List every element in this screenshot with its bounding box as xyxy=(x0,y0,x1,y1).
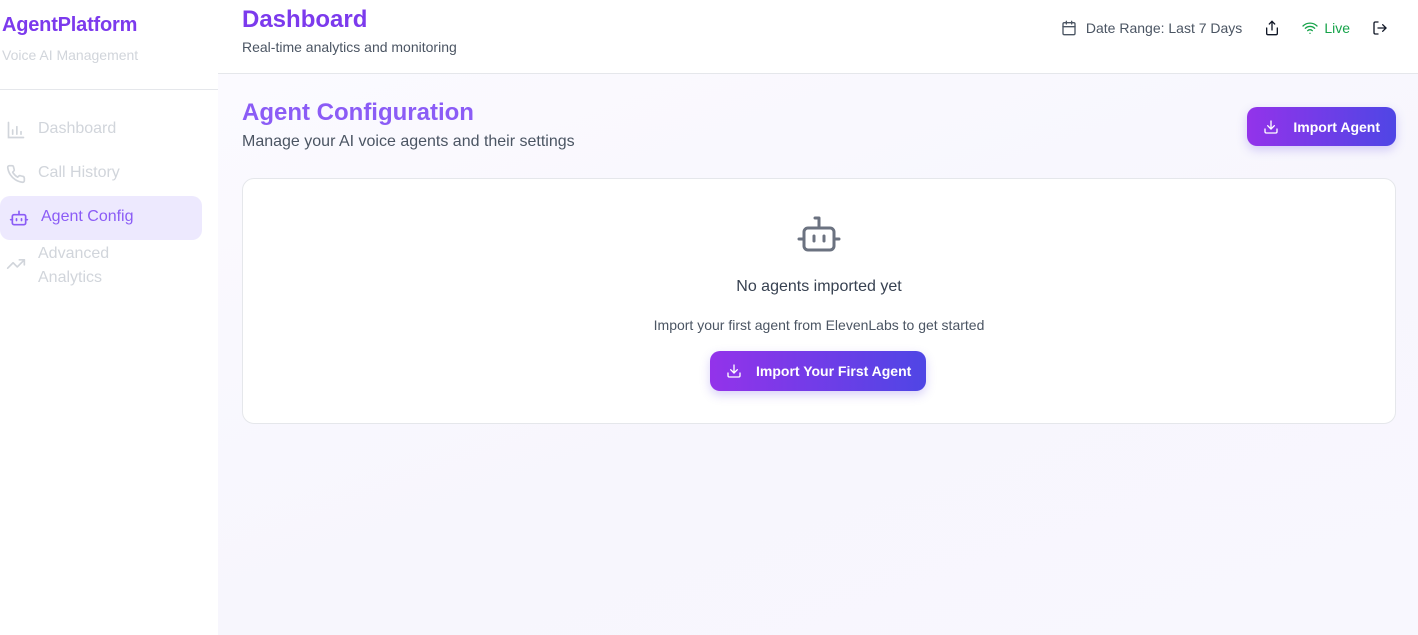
header-subtitle: Real-time analytics and monitoring xyxy=(242,39,457,55)
empty-state-description: Import your first agent from ElevenLabs … xyxy=(653,317,985,333)
logout-icon[interactable] xyxy=(1372,20,1388,36)
sidebar-item-agent-config[interactable]: Agent Config xyxy=(0,196,202,240)
sidebar-item-dashboard[interactable]: Dashboard xyxy=(0,108,202,152)
bot-icon xyxy=(796,215,842,255)
wifi-icon xyxy=(1302,20,1318,36)
sidebar-item-label: Agent Config xyxy=(41,208,134,225)
top-header: Dashboard Real-time analytics and monito… xyxy=(218,0,1418,74)
download-icon xyxy=(726,363,742,379)
live-status: Live xyxy=(1302,20,1350,36)
import-first-agent-label: Import Your First Agent xyxy=(756,363,912,379)
phone-icon xyxy=(6,164,26,184)
share-icon[interactable] xyxy=(1264,20,1280,36)
app-root: AgentPlatform Voice AI Management Dashbo… xyxy=(0,0,1418,635)
brand-subtitle: Voice AI Management xyxy=(2,47,139,63)
bar-chart-icon xyxy=(6,120,26,140)
brand: AgentPlatform Voice AI Management xyxy=(0,0,218,90)
sidebar: AgentPlatform Voice AI Management Dashbo… xyxy=(0,0,218,635)
import-agent-label: Import Agent xyxy=(1293,118,1380,135)
live-label: Live xyxy=(1324,20,1350,36)
bot-icon xyxy=(9,208,29,228)
header-title: Dashboard xyxy=(242,6,368,33)
brand-title: AgentPlatform xyxy=(2,14,138,36)
page-title: Agent Configuration xyxy=(242,99,474,126)
import-agent-button[interactable]: Import Agent xyxy=(1247,107,1396,146)
main-content: Agent Configuration Manage your AI voice… xyxy=(218,74,1418,635)
sidebar-item-call-history[interactable]: Call History xyxy=(0,152,202,196)
import-first-agent-button[interactable]: Import Your First Agent xyxy=(710,351,927,391)
sidebar-item-label: Advanced Analytics xyxy=(38,245,110,286)
header-actions: Date Range: Last 7 Days Live xyxy=(1061,20,1388,36)
download-icon xyxy=(1263,119,1279,135)
sidebar-item-advanced-analytics[interactable]: Advanced Analytics xyxy=(0,240,202,302)
empty-state-card: No agents imported yet Import your first… xyxy=(242,178,1396,424)
date-range-label: Date Range: Last 7 Days xyxy=(1085,20,1243,36)
trending-up-icon xyxy=(6,254,26,274)
sidebar-item-label: Dashboard xyxy=(38,120,117,137)
empty-state-title: No agents imported yet xyxy=(736,278,902,295)
page-subtitle: Manage your AI voice agents and their se… xyxy=(242,133,575,150)
date-range-button[interactable]: Date Range: Last 7 Days xyxy=(1061,20,1242,36)
sidebar-item-label: Call History xyxy=(38,164,120,181)
sidebar-nav: Dashboard Call History Agent Config Adva… xyxy=(0,90,218,302)
calendar-icon xyxy=(1061,20,1077,36)
